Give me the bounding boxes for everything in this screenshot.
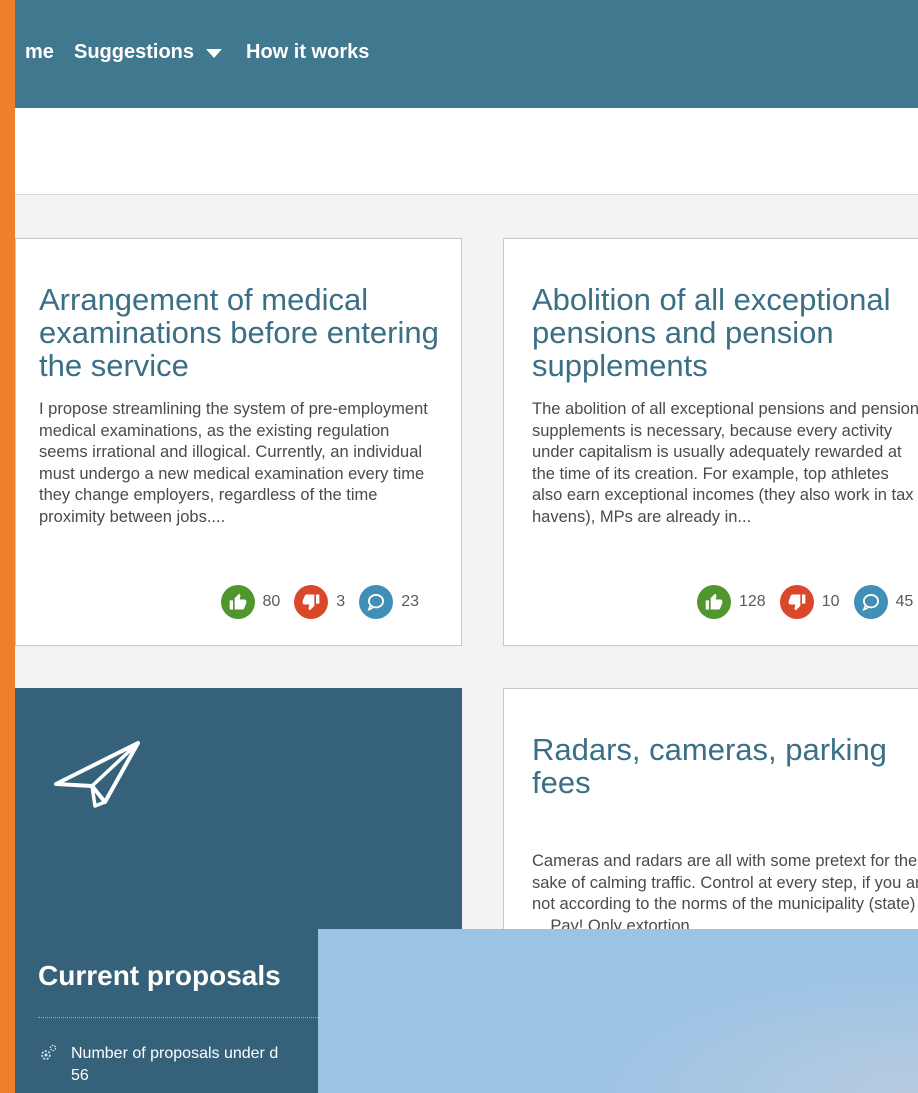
dislike-count: 10	[821, 593, 840, 610]
thumbs-down-icon[interactable]	[779, 585, 814, 619]
proposal-stats: 80 3 23	[220, 585, 434, 619]
gear-icon	[41, 1044, 57, 1060]
overlay-shade	[318, 929, 918, 1093]
proposal-title[interactable]: Abolition of all exceptional pensions an…	[532, 283, 918, 382]
like-count: 80	[262, 593, 281, 610]
comment-count: 45	[895, 593, 914, 610]
proposal-excerpt: The abolition of all exceptional pension…	[532, 400, 918, 526]
thumbs-up-icon[interactable]	[220, 585, 255, 619]
search-band	[15, 108, 918, 195]
proposals-count-label: Number of proposals under d	[71, 1045, 279, 1062]
paper-plane-icon	[54, 741, 140, 808]
comment-count: 23	[401, 593, 419, 610]
comment-icon[interactable]	[359, 585, 394, 619]
panel-title: Current proposals	[38, 960, 281, 991]
proposal-excerpt: I propose streamlining the system of pre…	[39, 400, 428, 526]
nav-suggestions-dropdown[interactable]: Suggestions	[74, 39, 223, 65]
proposals-count-value: 56	[71, 1067, 89, 1084]
like-count: 128	[739, 593, 766, 610]
overlay-image	[318, 929, 918, 1093]
caret-down-icon	[206, 48, 223, 58]
top-navigation-bar: me Suggestions How it works	[15, 0, 918, 108]
proposal-title[interactable]: Arrangement of medical examinations befo…	[39, 283, 459, 382]
nav-how-it-works-link[interactable]: How it works	[246, 39, 369, 65]
thumbs-up-icon[interactable]	[697, 585, 731, 619]
dislike-count: 3	[336, 593, 346, 610]
comment-icon[interactable]	[853, 585, 888, 619]
proposal-card[interactable]: Abolition of all exceptional pensions an…	[503, 238, 918, 646]
proposal-stats: 128 10 45	[697, 585, 918, 619]
proposal-title[interactable]: Radars, cameras, parking fees	[532, 733, 918, 799]
thumbs-down-icon[interactable]	[294, 585, 329, 619]
proposal-card[interactable]: Arrangement of medical examinations befo…	[15, 238, 462, 646]
left-accent-strip	[0, 0, 15, 1093]
nav-suggestions-label: Suggestions	[74, 41, 195, 63]
nav-home-link[interactable]: me	[25, 39, 54, 65]
proposal-excerpt: Cameras and radars are all with some pre…	[532, 852, 918, 935]
